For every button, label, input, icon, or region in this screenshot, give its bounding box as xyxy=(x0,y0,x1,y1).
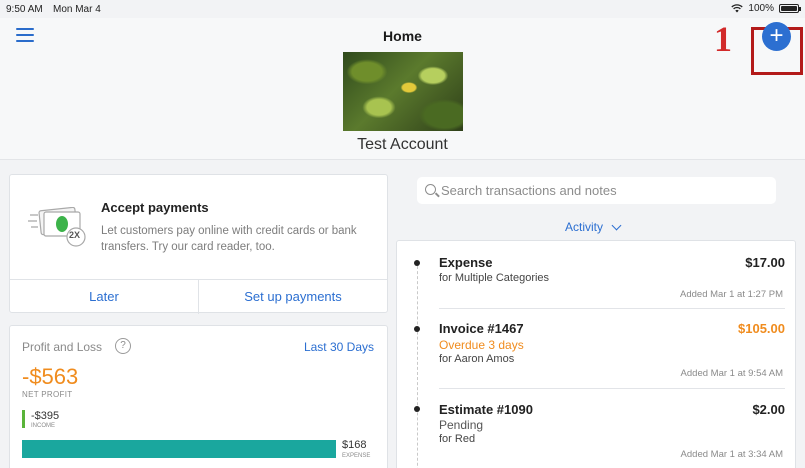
income-label: INCOME xyxy=(31,423,55,429)
expense-bar xyxy=(22,440,336,458)
expense-amount: $168 xyxy=(342,439,367,451)
transaction-status: Overdue 3 days xyxy=(439,338,524,352)
accept-payments-description: Let customers pay online with credit car… xyxy=(101,225,357,253)
search-placeholder: Search transactions and notes xyxy=(441,183,617,198)
transaction-amount: $2.00 xyxy=(752,402,785,417)
transaction-sub: for Aaron Amos xyxy=(439,353,515,365)
account-photo[interactable] xyxy=(343,52,463,131)
plus-icon[interactable]: + xyxy=(762,22,791,51)
help-icon[interactable]: ? xyxy=(115,338,131,354)
payments-badge: 2X xyxy=(69,230,81,240)
battery-percent: 100% xyxy=(748,3,774,14)
transaction-added: Added Mar 1 at 1:27 PM xyxy=(680,289,783,300)
transaction-sub: for Multiple Categories xyxy=(439,272,550,284)
status-bar: 9:50 AM Mon Mar 4 100% xyxy=(0,0,805,18)
header: Home 1 + Test Account xyxy=(0,18,805,160)
timeline-line xyxy=(417,261,418,468)
activity-filter[interactable]: Activity xyxy=(565,220,603,234)
transaction-added: Added Mar 1 at 9:54 AM xyxy=(680,368,783,379)
transaction-title: Expense xyxy=(439,255,493,270)
payments-actions: Later Set up payments xyxy=(10,279,387,314)
wifi-icon xyxy=(731,4,744,13)
status-time: 9:50 AM xyxy=(6,4,43,15)
divider xyxy=(439,388,785,389)
search-icon xyxy=(425,184,436,195)
income-bar xyxy=(22,410,25,428)
transaction-title: Estimate #1090 xyxy=(439,402,533,417)
transaction-title: Invoice #1467 xyxy=(439,321,524,336)
battery-icon xyxy=(779,4,801,13)
divider xyxy=(439,308,785,309)
chevron-down-icon[interactable] xyxy=(611,220,622,231)
timeline-dot xyxy=(414,260,420,266)
accept-payments-card: 2X Accept payments Let customers pay onl… xyxy=(9,174,388,314)
period-selector[interactable]: Last 30 Days xyxy=(304,340,374,354)
later-button[interactable]: Later xyxy=(10,280,198,314)
transaction-amount: $105.00 xyxy=(738,321,785,336)
transaction-sub: for Red xyxy=(439,433,476,445)
setup-payments-button[interactable]: Set up payments xyxy=(198,280,387,314)
profit-loss-title: Profit and Loss xyxy=(22,340,103,354)
net-profit-amount: -$563 xyxy=(22,364,79,389)
timeline-dot xyxy=(414,326,420,332)
search-input[interactable]: Search transactions and notes xyxy=(417,177,776,204)
profit-loss-card[interactable]: Profit and Loss ? Last 30 Days -$563 NET… xyxy=(9,325,388,468)
expense-label: EXPENSE xyxy=(342,453,371,459)
timeline-dot xyxy=(414,406,420,412)
payments-card-icon xyxy=(28,207,86,247)
status-date: Mon Mar 4 xyxy=(53,4,101,15)
net-profit-label: NET PROFIT xyxy=(22,390,73,399)
income-amount: -$395 xyxy=(31,410,60,422)
transaction-added: Added Mar 1 at 3:34 AM xyxy=(680,449,783,460)
accept-payments-title: Accept payments xyxy=(101,200,209,215)
transaction-amount: $17.00 xyxy=(745,255,785,270)
transactions-list: Expense $17.00 for Multiple Categories A… xyxy=(396,240,796,468)
status-right: 100% xyxy=(731,3,801,14)
annotation-number: 1 xyxy=(714,19,732,59)
account-name: Test Account xyxy=(357,136,448,153)
page-title: Home xyxy=(383,28,422,44)
transaction-status: Pending xyxy=(439,418,484,432)
